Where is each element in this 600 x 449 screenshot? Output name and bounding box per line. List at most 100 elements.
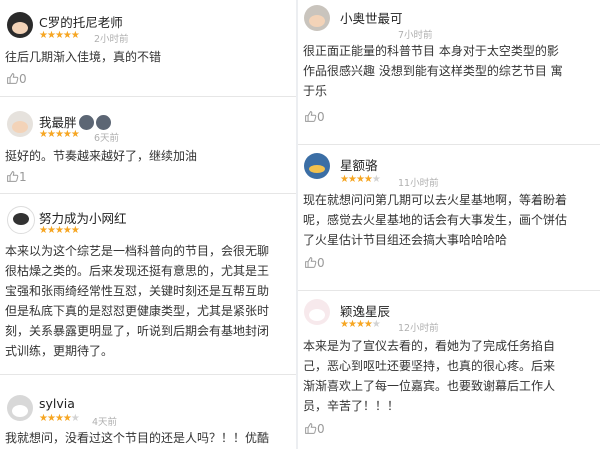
star-icon: ★ (54, 413, 64, 424)
star-icon: ★ (363, 174, 373, 185)
star-icon: ★ (46, 129, 56, 140)
review-card: 努力成为小网红 ★★★★★ 本来以为这个综艺是一档科普向的节目，会很无聊 很枯燥… (0, 194, 296, 375)
post-time: 4天前 (92, 417, 118, 428)
review-card: 星额骆 ★★★★★ 11小时前 现在就想问问第几期可以去火星基地啊，等着盼着 呢… (298, 145, 600, 291)
user-avatar[interactable] (7, 111, 33, 137)
user-name[interactable]: 颖逸星辰 (340, 301, 390, 320)
user-avatar[interactable] (7, 206, 35, 234)
rating-stars: ★★★★★ (39, 129, 80, 140)
review-feed: C罗的托尼老师 ★★★★★ 2小时前 往后几期渐入佳境，真的不错 0 我最胖 ★… (0, 0, 600, 449)
review-line: 于乐 (303, 84, 328, 98)
star-icon: ★ (70, 413, 80, 424)
review-text: 本来是为了宣仪去看的，看她为了完成任务掐自 己，恶心到呕吐还要坚持，也真的很心疼… (303, 336, 555, 416)
review-line: 己，恶心到呕吐还要坚持，也真的很心疼。后来 (303, 359, 556, 373)
star-icon: ★ (46, 225, 56, 236)
like-button[interactable]: 0 (304, 422, 325, 436)
rating-stars: ★★★★★ (39, 30, 80, 41)
star-icon: ★ (371, 319, 381, 330)
review-line: 刻，关系暴露更明显了，听说到后期会有基地封闭 (5, 324, 270, 338)
star-icon: ★ (347, 319, 357, 330)
review-card: sylvia ★★★★★ 4天前 我就想问，没看过这个节目的还是人吗？！！优酷 (0, 375, 296, 449)
user-name[interactable]: 小奥世最可 (340, 8, 403, 27)
review-line: 往后几期渐入佳境，真的不错 (5, 50, 162, 64)
post-time: 2小时前 (94, 34, 129, 45)
post-time: 7小时前 (398, 30, 433, 41)
thumbs-up-icon (7, 73, 19, 84)
review-text: 我就想问，没看过这个节目的还是人吗？！！优酷 (5, 428, 269, 448)
star-icon: ★ (39, 129, 48, 140)
review-card: 小奥世最可 7小时前 很正面正能量的科普节目 本身对于太空类型的影 作品很感兴趣… (298, 0, 600, 145)
rating-stars: ★★★★★ (39, 225, 80, 236)
review-text: 很正面正能量的科普节目 本身对于太空类型的影 作品很感兴趣 没想到能有这样类型的… (303, 41, 563, 101)
thumbs-up-icon (305, 111, 317, 122)
star-icon: ★ (70, 129, 80, 140)
review-line: 我就想问，没看过这个节目的还是人吗？！！优酷 (5, 431, 270, 445)
star-icon: ★ (39, 225, 48, 236)
review-column-left: C罗的托尼老师 ★★★★★ 2小时前 往后几期渐入佳境，真的不错 0 我最胖 ★… (0, 0, 296, 449)
review-line: 本来是为了宣仪去看的，看她为了完成任务掐自 (303, 339, 556, 353)
user-avatar[interactable] (304, 153, 330, 179)
review-line: 很枯燥之类的。后来发现还挺有意思的，尤其是王 (5, 264, 270, 278)
review-line: 员，辛苦了！！！ (303, 399, 400, 413)
star-icon: ★ (39, 30, 48, 41)
thumbs-up-icon (7, 171, 19, 182)
star-icon: ★ (39, 413, 48, 424)
review-card: 颖逸星辰 ★★★★★ 12小时前 本来是为了宣仪去看的，看她为了完成任务掐自 己… (298, 291, 600, 449)
post-time: 6天前 (94, 133, 120, 144)
star-icon: ★ (355, 319, 365, 330)
user-name[interactable]: C罗的托尼老师 (39, 12, 123, 31)
review-line: 宝强和张雨绮经常性互怼，关键时刻还是互帮互助 (5, 284, 270, 298)
user-name[interactable]: 星额骆 (340, 155, 378, 174)
like-count: 0 (19, 72, 27, 86)
star-icon: ★ (54, 129, 64, 140)
review-text: 本来以为这个综艺是一档科普向的节目，会很无聊 很枯燥之类的。后来发现还挺有意思的… (5, 241, 269, 361)
review-line: 式训练，更期待了。 (5, 344, 114, 358)
star-icon: ★ (70, 225, 80, 236)
review-line: 挺好的。节奏越来越好了，继续加油 (5, 149, 198, 163)
star-icon: ★ (62, 413, 72, 424)
user-name[interactable]: sylvia (39, 396, 75, 411)
user-badge-icon (78, 115, 94, 130)
star-icon: ★ (347, 174, 357, 185)
review-column-right: 小奥世最可 7小时前 很正面正能量的科普节目 本身对于太空类型的影 作品很感兴趣… (298, 0, 600, 449)
like-button[interactable]: 0 (304, 110, 325, 124)
star-icon: ★ (62, 129, 72, 140)
like-button[interactable]: 0 (6, 72, 27, 86)
like-button[interactable]: 0 (304, 256, 325, 270)
like-count: 0 (317, 422, 325, 436)
user-avatar[interactable] (7, 12, 33, 38)
star-icon: ★ (363, 319, 373, 330)
review-line: 但是私底下真的是怼怼更健康类型，尤其是紧张时 (5, 304, 270, 318)
review-card: C罗的托尼老师 ★★★★★ 2小时前 往后几期渐入佳境，真的不错 0 (0, 0, 296, 97)
review-card: 我最胖 ★★★★★ 6天前 挺好的。节奏越来越好了，继续加油 1 (0, 97, 296, 194)
user-badge-icon (95, 115, 111, 130)
star-icon: ★ (54, 30, 64, 41)
like-count: 0 (317, 110, 325, 124)
post-time: 11小时前 (398, 178, 439, 189)
star-icon: ★ (62, 225, 72, 236)
review-line: 本来以为这个综艺是一档科普向的节目，会很无聊 (5, 244, 270, 258)
rating-stars: ★★★★★ (39, 413, 80, 424)
user-avatar[interactable] (304, 299, 330, 325)
review-text: 现在就想问问第几期可以去火星基地啊，等着盼着 呢，感觉去火星基地的话会有大事发生… (303, 190, 567, 250)
user-name-text: 我最胖 (39, 115, 77, 130)
user-avatar[interactable] (7, 395, 33, 421)
star-icon: ★ (340, 319, 349, 330)
review-line: 呢，感觉去火星基地的话会有大事发生，画个饼估 (303, 213, 568, 227)
thumbs-up-icon (305, 423, 317, 434)
like-button[interactable]: 1 (6, 170, 27, 184)
star-icon: ★ (62, 30, 72, 41)
like-count: 0 (317, 256, 325, 270)
user-avatar[interactable] (304, 5, 330, 31)
star-icon: ★ (371, 174, 381, 185)
review-line: 渐渐喜欢上了每一位嘉宾。也要致谢幕后工作人 (303, 379, 556, 393)
like-count: 1 (19, 170, 27, 184)
rating-stars: ★★★★★ (340, 319, 381, 330)
star-icon: ★ (355, 174, 365, 185)
review-text: 往后几期渐入佳境，真的不错 (5, 47, 161, 67)
star-icon: ★ (54, 225, 64, 236)
review-line: 作品很感兴趣 没想到能有这样类型的综艺节目 寓 (303, 64, 563, 78)
review-line: 很正面正能量的科普节目 本身对于太空类型的影 (303, 44, 559, 58)
review-text: 挺好的。节奏越来越好了，继续加油 (5, 146, 197, 166)
review-line: 了火星估计节目组还会搞大事哈哈哈哈 (303, 233, 508, 247)
